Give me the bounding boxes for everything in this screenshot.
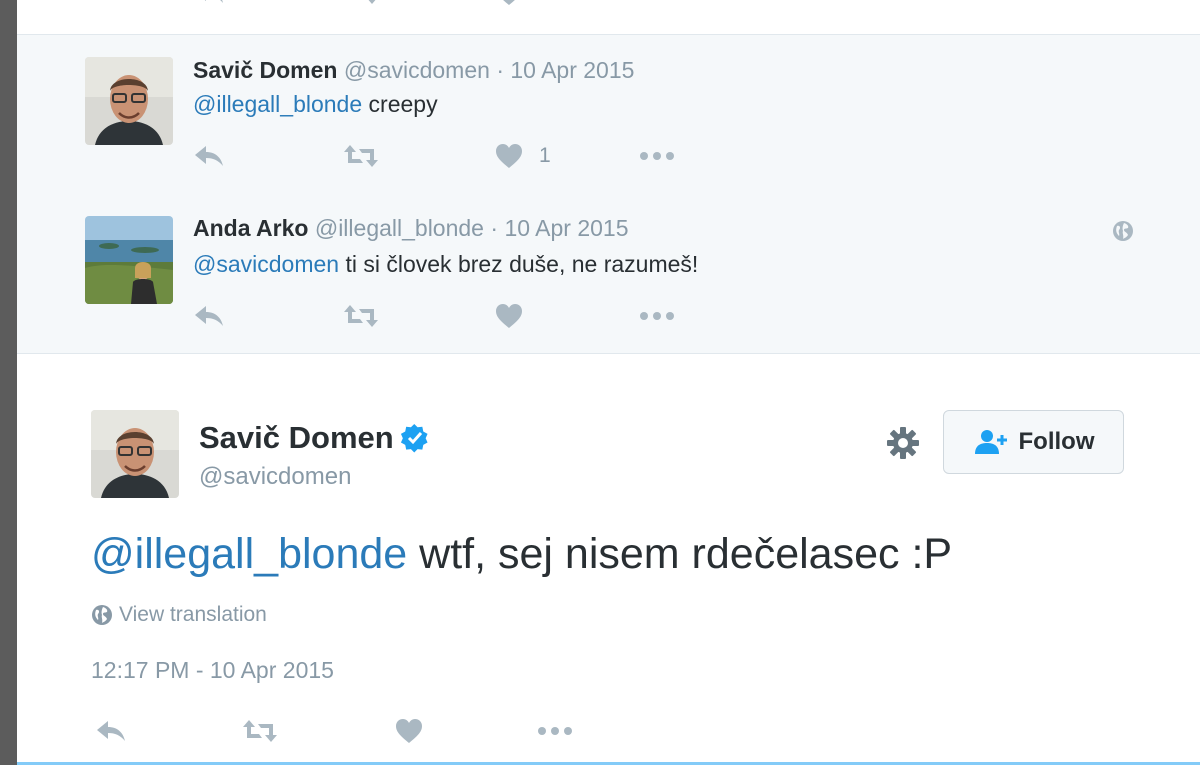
separator: · [490, 215, 499, 241]
view-translation-label: View translation [119, 603, 267, 626]
retweet-icon [348, 0, 376, 4]
top-tweet-actions: 1 [193, 0, 693, 10]
retweet-icon [344, 145, 378, 167]
heart-icon [503, 0, 515, 5]
tweet-text: @savicdomen ti si človek brez duše, ne r… [193, 251, 698, 278]
mention-link[interactable]: @savicdomen [193, 251, 339, 277]
heart-icon [496, 304, 522, 328]
globe-icon [1113, 221, 1133, 241]
like-count: 1 [539, 144, 551, 167]
tweet-thread-page: 1 Savič Domen @savicdomen · 10 Apr 2015 [17, 0, 1200, 765]
reply-button[interactable] [95, 718, 127, 744]
view-translation-link[interactable]: View translation [91, 603, 267, 627]
like-button[interactable] [495, 303, 539, 329]
follow-button[interactable]: Follow [943, 410, 1124, 474]
retweet-button[interactable] [242, 718, 278, 744]
like-button[interactable]: 1 [495, 0, 551, 6]
tweet-timestamp[interactable]: 12:17 PM - 10 Apr 2015 [91, 657, 334, 684]
tweet-date[interactable]: 10 Apr 2015 [504, 215, 628, 241]
reply-icon [195, 306, 223, 326]
retweet-icon [243, 720, 277, 742]
more-icon [639, 0, 675, 6]
tweet-body: ti si človek brez duše, ne razumeš! [339, 251, 699, 277]
tweet-header: Anda Arko @illegall_blonde · 10 Apr 2015 [193, 215, 629, 242]
main-tweet-text: @illegall_blonde wtf, sej nisem rdečelas… [91, 530, 952, 579]
tweet-actions [193, 303, 693, 333]
reply-button[interactable] [193, 143, 225, 169]
verified-badge-icon [400, 423, 428, 453]
reply-button[interactable] [193, 0, 225, 6]
like-count: 1 [539, 0, 551, 5]
tweet-date[interactable]: 10 Apr 2015 [510, 57, 634, 83]
mention-link[interactable]: @illegall_blonde [193, 91, 362, 117]
user-handle[interactable]: @savicdomen [199, 463, 351, 491]
main-tweet-avatar[interactable] [91, 410, 179, 498]
tweet-actions: 1 [193, 143, 693, 173]
follow-label: Follow [1018, 428, 1095, 455]
tweet-header: Savič Domen @savicdomen · 10 Apr 2015 [193, 57, 634, 84]
tweet-body: creepy [362, 91, 438, 117]
heart-icon [496, 144, 522, 168]
more-icon [640, 312, 674, 320]
user-name[interactable]: Savič Domen [193, 57, 337, 83]
reply-icon [195, 146, 223, 166]
avatar[interactable] [85, 57, 173, 145]
reply-icon [97, 721, 125, 741]
reply-tweet[interactable]: Anda Arko @illegall_blonde · 10 Apr 2015… [17, 193, 1200, 354]
mention-link[interactable]: @illegall_blonde [91, 530, 407, 578]
user-handle[interactable]: @savicdomen [344, 57, 490, 83]
like-button[interactable] [395, 718, 423, 744]
more-button[interactable] [639, 143, 675, 169]
reply-button[interactable] [193, 303, 225, 329]
main-tweet-actions [95, 718, 595, 748]
main-tweet-name[interactable]: Savič Domen [199, 420, 430, 456]
retweet-icon [344, 305, 378, 327]
user-handle[interactable]: @illegall_blonde [315, 215, 484, 241]
retweet-button[interactable] [343, 0, 379, 6]
retweet-button[interactable] [343, 143, 379, 169]
like-button[interactable]: 1 [495, 143, 551, 169]
retweet-button[interactable] [343, 303, 379, 329]
tweet-body: wtf, sej nisem rdečelasec :P [407, 530, 953, 578]
more-icon [538, 727, 572, 735]
add-user-icon [974, 430, 1007, 454]
more-button[interactable] [537, 718, 573, 744]
heart-icon [396, 719, 422, 743]
avatar[interactable] [85, 216, 173, 304]
reply-icon [204, 0, 223, 3]
separator: · [496, 57, 504, 83]
more-button[interactable] [639, 303, 675, 329]
reply-tweet[interactable]: Savič Domen @savicdomen · 10 Apr 2015 @i… [17, 34, 1200, 194]
tweet-text: @illegall_blonde creepy [193, 91, 438, 118]
globe-icon [92, 605, 112, 625]
more-button[interactable] [639, 0, 675, 6]
user-name[interactable]: Anda Arko [193, 215, 308, 241]
user-name[interactable]: Savič Domen [199, 420, 394, 456]
more-icon [640, 152, 674, 160]
gear-icon[interactable] [886, 426, 920, 460]
